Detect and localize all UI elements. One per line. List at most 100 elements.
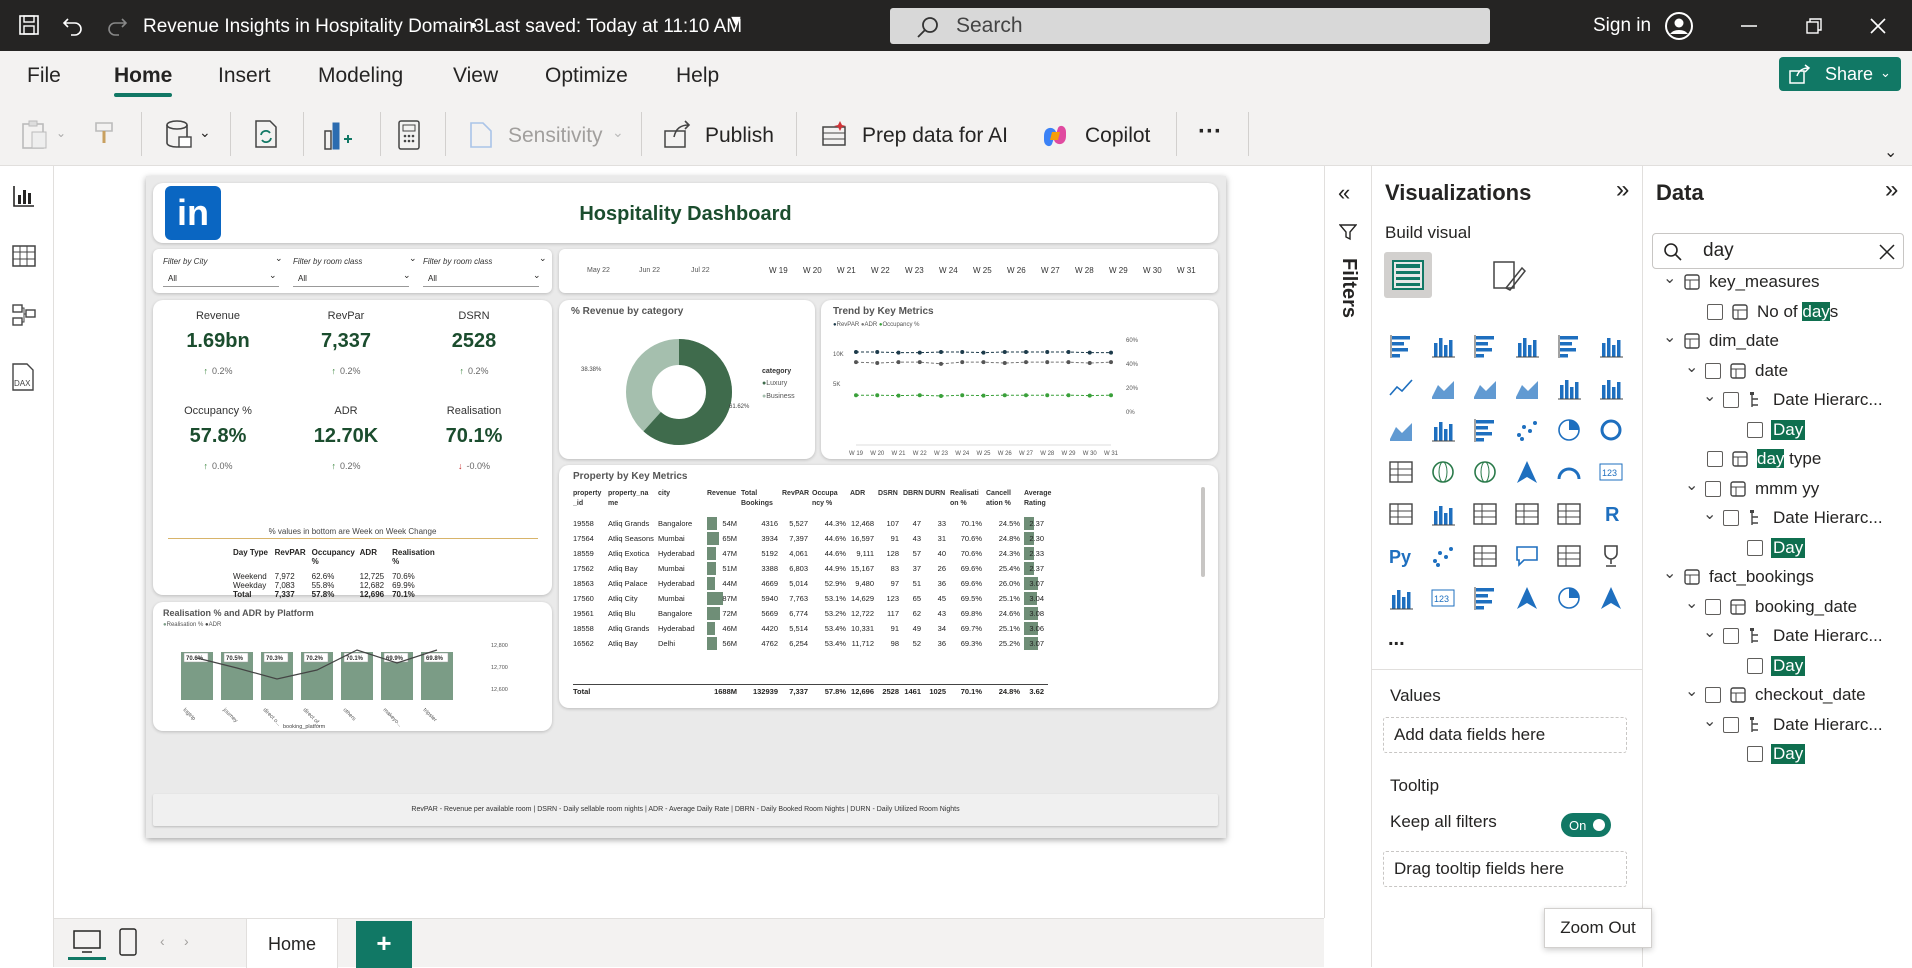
menu-file[interactable]: File xyxy=(27,64,61,88)
chevron-down-icon[interactable]: ⌄ xyxy=(1703,622,1716,642)
qa-icon[interactable] xyxy=(1512,541,1542,571)
data-point[interactable] xyxy=(1087,350,1092,355)
redo-icon[interactable] xyxy=(106,14,128,36)
clustered-bar-chart-icon[interactable] xyxy=(1470,331,1500,361)
data-point[interactable] xyxy=(896,350,901,355)
python-visual-icon[interactable]: Py xyxy=(1386,541,1416,571)
data-point[interactable] xyxy=(981,393,986,398)
platform-chart[interactable]: 70.6%logtrip70.5%journey70.3%direct o...… xyxy=(153,630,552,730)
collapse-icon[interactable]: » xyxy=(1885,176,1898,204)
pie-chart-icon[interactable] xyxy=(1554,415,1584,445)
chevron-down-icon[interactable]: ⌄ xyxy=(1663,563,1676,583)
field-checkbox[interactable] xyxy=(1705,687,1721,703)
tree-item-label[interactable]: dim_date xyxy=(1709,331,1779,351)
data-point[interactable] xyxy=(1066,360,1071,365)
tree-item-label[interactable]: Date Hierarc... xyxy=(1773,626,1883,646)
chevron-down-icon[interactable]: ⌄ xyxy=(199,124,211,141)
donut-chart-icon[interactable] xyxy=(1596,415,1626,445)
azure-map-icon[interactable] xyxy=(1512,457,1542,487)
data-point[interactable] xyxy=(896,360,901,365)
data-point[interactable] xyxy=(1087,361,1092,365)
prep-data-icon[interactable] xyxy=(820,119,850,151)
values-well[interactable]: Add data fields here xyxy=(1383,717,1627,753)
field-checkbox[interactable] xyxy=(1747,746,1763,762)
data-point[interactable] xyxy=(1024,360,1028,365)
publish-button[interactable]: Publish xyxy=(705,124,774,148)
field-checkbox[interactable] xyxy=(1707,451,1723,467)
data-search-input[interactable]: day xyxy=(1703,240,1734,262)
chevron-down-icon[interactable]: ▼ xyxy=(728,13,744,31)
week-item[interactable]: W 23 xyxy=(905,266,924,275)
data-point[interactable] xyxy=(896,393,901,398)
mobile-layout-icon[interactable] xyxy=(118,927,138,957)
undo-icon[interactable] xyxy=(62,14,84,36)
clear-icon[interactable] xyxy=(1879,244,1895,260)
sensitivity-button[interactable]: Sensitivity xyxy=(508,124,603,148)
menu-help[interactable]: Help xyxy=(676,64,719,88)
tooltip-well[interactable]: Drag tooltip fields here xyxy=(1383,851,1627,887)
report-view-icon[interactable] xyxy=(11,183,37,209)
data-point[interactable] xyxy=(917,393,922,398)
week-item[interactable]: W 25 xyxy=(973,266,992,275)
matrix-icon[interactable] xyxy=(1554,499,1584,529)
field-checkbox[interactable] xyxy=(1723,392,1739,408)
funnel-icon[interactable] xyxy=(1470,415,1500,445)
copilot-button[interactable]: Copilot xyxy=(1085,124,1150,148)
data-point[interactable] xyxy=(1045,393,1050,398)
ribbon-chart-icon[interactable] xyxy=(1386,415,1416,445)
tree-item-label[interactable]: fact_bookings xyxy=(1709,567,1814,587)
table-header[interactable]: DBRN xyxy=(903,489,923,499)
week-item[interactable]: W 22 xyxy=(871,266,890,275)
line-and-stacked-column-icon[interactable] xyxy=(1554,373,1584,403)
table-view-icon[interactable] xyxy=(11,243,37,269)
table-header[interactable]: Occupa ncy % xyxy=(812,489,838,509)
chevron-down-icon[interactable]: ⌄ xyxy=(1685,593,1698,613)
treemap-icon[interactable] xyxy=(1386,457,1416,487)
tree-item-label[interactable]: day type xyxy=(1757,449,1821,469)
clustered-column-chart-icon[interactable] xyxy=(1512,331,1542,361)
r-visual-icon[interactable]: R xyxy=(1596,499,1626,529)
keep-filters-toggle[interactable]: On xyxy=(1561,813,1611,837)
stacked-column-chart-icon[interactable] xyxy=(1428,331,1458,361)
data-point[interactable] xyxy=(960,360,965,365)
line-chart-icon[interactable] xyxy=(1386,373,1416,403)
slicer-room-class-2[interactable]: All xyxy=(423,271,539,287)
publish-icon[interactable] xyxy=(662,119,692,151)
table-header[interactable]: Revenue xyxy=(707,489,736,499)
week-item[interactable]: W 21 xyxy=(837,266,856,275)
chevron-down-icon[interactable]: ⌄ xyxy=(1703,504,1716,524)
tree-item-label[interactable]: Day xyxy=(1771,655,1806,676)
goals-icon[interactable] xyxy=(1596,541,1626,571)
tree-item-label[interactable]: Date Hierarc... xyxy=(1773,715,1883,735)
minimize-icon[interactable] xyxy=(1741,24,1757,28)
field-checkbox[interactable] xyxy=(1705,598,1721,615)
chevron-down-icon[interactable]: ⌄ xyxy=(1685,475,1698,495)
format-visual-icon[interactable] xyxy=(1490,258,1526,294)
data-point[interactable] xyxy=(1109,350,1113,355)
chevron-down-icon[interactable]: ⌄ xyxy=(1685,357,1698,377)
week-item[interactable]: W 20 xyxy=(803,266,822,275)
slicer-city[interactable]: All xyxy=(163,271,279,287)
ai-visual-icon[interactable] xyxy=(1554,583,1584,613)
data-point[interactable] xyxy=(854,393,858,398)
data-point[interactable] xyxy=(917,350,922,355)
new-visual-icon[interactable] xyxy=(322,119,354,151)
chevron-down-icon[interactable]: ⌄ xyxy=(1703,386,1716,406)
more-visual-icon[interactable] xyxy=(1596,583,1626,613)
chevron-down-icon[interactable]: ⌄ xyxy=(1663,327,1676,347)
collapse-icon[interactable]: » xyxy=(1616,176,1629,204)
page-tab-home[interactable]: Home xyxy=(246,919,338,968)
data-point[interactable] xyxy=(960,393,965,398)
tree-item-label[interactable]: key_measures xyxy=(1709,272,1820,292)
account-icon[interactable] xyxy=(1664,11,1694,41)
scrollbar[interactable] xyxy=(1201,487,1205,577)
data-point[interactable] xyxy=(1002,361,1007,365)
dax-query-view-icon[interactable]: DAX xyxy=(9,362,39,392)
more-visuals[interactable]: ... xyxy=(1388,628,1405,651)
area-chart-icon[interactable] xyxy=(1428,373,1458,403)
field-checkbox[interactable] xyxy=(1723,628,1739,644)
100-stacked-bar-chart-icon[interactable] xyxy=(1554,331,1584,361)
trend-chart[interactable]: W 19 W 20 W 21 W 22 W 23 W 24 W 25 W 26 W 27 W 28… xyxy=(821,330,1218,459)
chevron-down-icon[interactable]: ⌄ xyxy=(612,124,624,141)
data-search-box[interactable]: day xyxy=(1652,233,1904,269)
